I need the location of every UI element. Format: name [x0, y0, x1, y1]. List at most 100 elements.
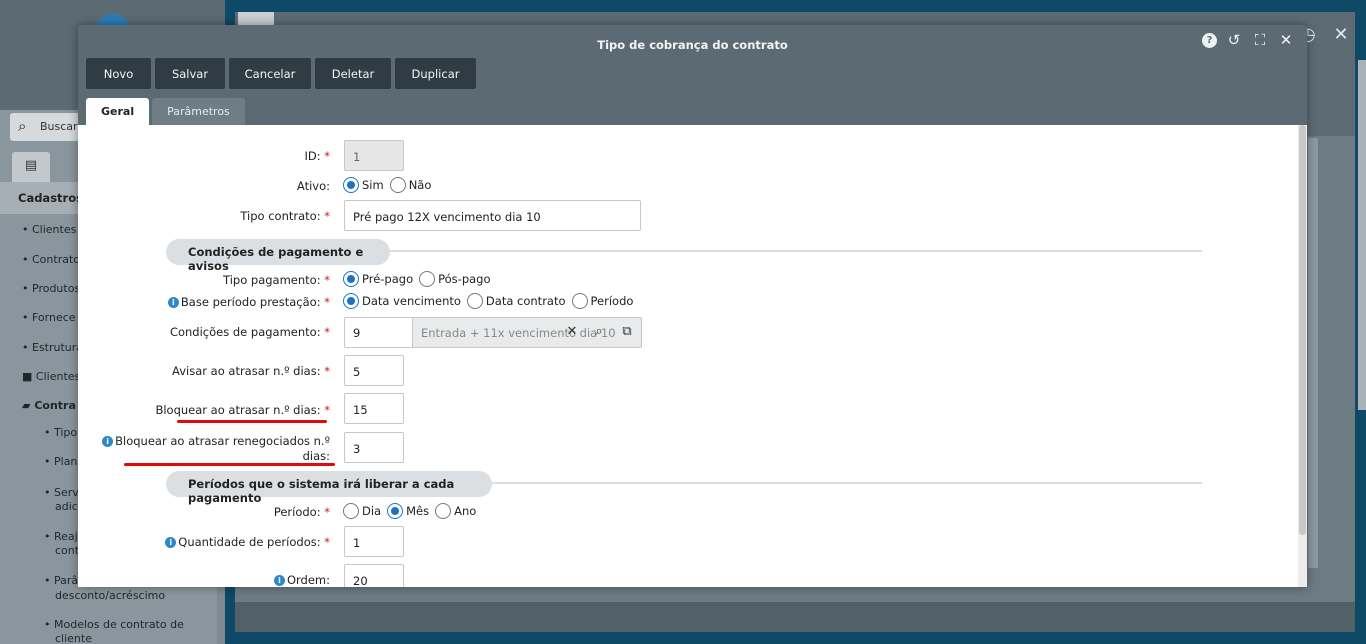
- sidebar-subitem-line2: desconto/acréscimo: [55, 589, 166, 602]
- bloquear-reneg-input[interactable]: 3: [344, 432, 404, 463]
- sidebar-subitem-line2: cliente: [55, 632, 92, 644]
- section-pagamento-header: Condições de pagamento e avisos: [166, 239, 390, 273]
- form-scrollbar[interactable]: [1298, 125, 1307, 587]
- background-window-tab[interactable]: [238, 12, 274, 26]
- ativo-radio-group: Sim Não: [343, 177, 437, 193]
- sidebar-item[interactable]: • Estrutura: [22, 341, 83, 354]
- sidebar-folder-open[interactable]: ▰ Contra: [22, 399, 76, 412]
- radio-icon[interactable]: [435, 503, 452, 519]
- sidebar-item[interactable]: • Contrato: [22, 253, 80, 266]
- section-divider: [492, 482, 1202, 484]
- close-icon[interactable]: ✕: [1333, 24, 1348, 45]
- sidebar-subitem-line2: cont: [55, 544, 80, 557]
- background-window-footer: [235, 602, 1355, 632]
- form-body: ID: * 1 Ativo: Sim Não Tipo contrato: * …: [78, 125, 1307, 587]
- condicoes-code-input[interactable]: 9: [345, 318, 413, 347]
- background-window-controls: ◷ ✕: [1300, 24, 1349, 45]
- background-scrollbar[interactable]: [1358, 60, 1366, 410]
- radio-selected-icon[interactable]: [343, 293, 359, 309]
- help-icon[interactable]: ?: [1202, 33, 1217, 48]
- bloquear-input[interactable]: 15: [344, 393, 404, 424]
- search-icon[interactable]: ⌕: [591, 324, 607, 340]
- sidebar-subitem[interactable]: • Tipo: [44, 426, 77, 439]
- info-icon[interactable]: i: [273, 575, 285, 586]
- periodo-radio-group: Dia Mês Ano: [343, 503, 482, 519]
- quantidade-label: i Quantidade de períodos: *: [165, 535, 330, 549]
- tipo-pagamento-option-pre[interactable]: Pré-pago: [343, 271, 413, 287]
- tab-parametros[interactable]: Parâmetros: [152, 98, 245, 125]
- clear-icon[interactable]: ✕: [564, 324, 580, 340]
- sidebar-tab-menu[interactable]: ▤: [12, 152, 50, 182]
- search-icon: ⌕: [18, 117, 27, 135]
- bloquear-label: Bloquear ao atrasar n.º dias: *: [155, 403, 330, 417]
- condicoes-label: Condições de pagamento: *: [169, 325, 330, 339]
- section-divider: [390, 250, 1202, 252]
- radio-icon[interactable]: [571, 293, 588, 309]
- sidebar-subitem[interactable]: • Serv: [44, 486, 79, 499]
- avisar-input[interactable]: 5: [344, 355, 404, 386]
- open-external-icon[interactable]: ⧉: [619, 324, 635, 340]
- maximize-icon[interactable]: ⛶: [1251, 31, 1269, 49]
- base-periodo-label: i Base período prestação: *: [167, 295, 330, 309]
- folder-open-icon: ▰: [22, 399, 31, 412]
- sidebar-subitem-line2: adici: [55, 500, 81, 513]
- sidebar-subitem[interactable]: • Parâ: [44, 574, 78, 587]
- sidebar-item[interactable]: • Produtos: [22, 282, 80, 295]
- sidebar-subitem[interactable]: • Reaj: [44, 530, 78, 543]
- tipo-contrato-input[interactable]: Pré pago 12X vencimento dia 10: [344, 200, 641, 231]
- deletar-button[interactable]: Deletar: [315, 58, 391, 89]
- id-field: 1: [344, 140, 404, 171]
- sidebar-subitem[interactable]: • Plan: [44, 455, 77, 468]
- tipo-pagamento-radio-group: Pré-pago Pós-pago: [343, 271, 497, 287]
- base-periodo-option-contrato[interactable]: Data contrato: [466, 293, 566, 309]
- list-icon: ▤: [24, 158, 38, 173]
- id-label: ID: *: [304, 149, 330, 163]
- condicoes-description: Entrada + 11x vencimento dia 10: [421, 326, 616, 340]
- scrollbar-thumb[interactable]: [1299, 125, 1306, 535]
- background-grid-column: [1308, 138, 1318, 568]
- sidebar-item[interactable]: • Clientes: [22, 223, 76, 236]
- novo-button[interactable]: Novo: [86, 58, 151, 89]
- periodo-option-mes[interactable]: Mês: [387, 503, 429, 519]
- tab-bar: Geral Parâmetros: [86, 98, 245, 125]
- modal-title: Tipo de cobrança do contrato: [597, 38, 788, 52]
- tipo-contrato-label: Tipo contrato: *: [240, 209, 330, 223]
- ordem-label: i Ordem:: [273, 573, 330, 587]
- folder-icon: ■: [22, 370, 33, 383]
- radio-icon[interactable]: [343, 503, 359, 519]
- ativo-option-sim[interactable]: Sim: [343, 177, 384, 193]
- bloquear-reneg-label: i Bloquear ao atrasar renegociados n.º di…: [102, 434, 330, 464]
- base-periodo-radio-group: Data vencimento Data contrato Período: [343, 293, 639, 309]
- ativo-label: Ativo:: [296, 179, 330, 193]
- periodo-option-dia[interactable]: Dia: [343, 503, 381, 519]
- radio-selected-icon[interactable]: [387, 503, 404, 519]
- annotation-underline: [177, 420, 327, 423]
- base-periodo-option-vencimento[interactable]: Data vencimento: [343, 293, 461, 309]
- quantidade-input[interactable]: 1: [344, 526, 404, 557]
- info-icon[interactable]: i: [167, 297, 179, 308]
- duplicar-button[interactable]: Duplicar: [395, 58, 476, 89]
- tipo-pagamento-option-pos[interactable]: Pós-pago: [419, 271, 491, 287]
- radio-icon[interactable]: [419, 271, 436, 287]
- ativo-option-nao[interactable]: Não: [389, 177, 431, 193]
- base-periodo-option-periodo[interactable]: Período: [571, 293, 633, 309]
- radio-selected-icon[interactable]: [343, 271, 359, 287]
- radio-selected-icon[interactable]: [343, 177, 359, 193]
- radio-icon[interactable]: [389, 177, 406, 193]
- tipo-pagamento-label: Tipo pagamento: *: [223, 273, 330, 287]
- sidebar-subitem[interactable]: • Modelos de contrato de: [44, 618, 184, 631]
- cancelar-button[interactable]: Cancelar: [229, 58, 311, 89]
- ordem-input[interactable]: 20: [344, 564, 404, 587]
- salvar-button[interactable]: Salvar: [155, 58, 225, 89]
- close-icon[interactable]: ✕: [1277, 31, 1295, 49]
- info-icon[interactable]: i: [102, 436, 114, 447]
- sidebar-item[interactable]: • Fornece: [22, 311, 76, 324]
- periodo-option-ano[interactable]: Ano: [435, 503, 476, 519]
- info-icon[interactable]: i: [165, 537, 177, 548]
- tab-geral[interactable]: Geral: [86, 98, 150, 125]
- history-icon[interactable]: ↺: [1225, 31, 1243, 49]
- radio-icon[interactable]: [466, 293, 483, 309]
- modal-controls: ? ↺ ⛶ ✕: [1202, 31, 1295, 49]
- sidebar-folder[interactable]: ■ Clientes: [22, 370, 80, 383]
- avisar-label: Avisar ao atrasar n.º dias: *: [172, 364, 330, 378]
